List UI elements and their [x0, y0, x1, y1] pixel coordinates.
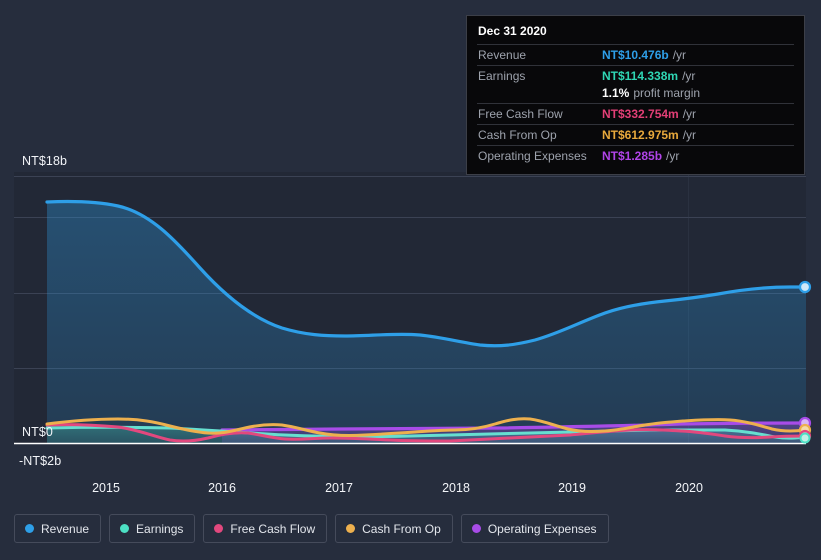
legend-item-cash-from-op[interactable]: Cash From Op — [335, 514, 453, 543]
tooltip-suffix-operating-expenses: /yr — [666, 149, 680, 163]
tooltip-value-operating-expenses: NT$1.285b — [602, 149, 663, 163]
legend-label-operating-expenses: Operating Expenses — [487, 521, 597, 536]
tooltip-row-free-cash-flow: Free Cash Flow NT$332.754m /yr — [477, 103, 794, 124]
tooltip-label-free-cash-flow: Free Cash Flow — [478, 107, 563, 121]
tooltip-value-profit-margin: 1.1% — [602, 86, 630, 100]
endpoint-marker-revenue — [798, 280, 812, 294]
x-axis-tick-2017: 2017 — [325, 481, 353, 495]
tooltip-label-cash-from-op: Cash From Op — [478, 128, 557, 142]
tooltip-row-operating-expenses: Operating Expenses NT$1.285b /yr — [477, 145, 794, 166]
x-axis-tick-2016: 2016 — [208, 481, 236, 495]
legend-label-free-cash-flow: Free Cash Flow — [230, 521, 316, 536]
tooltip-value-cash-from-op: NT$612.975m — [602, 128, 679, 142]
legend-label-earnings: Earnings — [136, 521, 184, 536]
legend-label-revenue: Revenue — [41, 521, 90, 536]
x-axis-tick-2015: 2015 — [92, 481, 120, 495]
legend-dot-earnings-icon — [120, 524, 130, 533]
legend-dot-free-cash-flow-icon — [214, 524, 224, 533]
tooltip-value-earnings: NT$114.338m — [602, 69, 679, 83]
tooltip-suffix-revenue: /yr — [672, 48, 687, 62]
tooltip-row-cash-from-op: Cash From Op NT$612.975m /yr — [477, 124, 794, 145]
tooltip-label-operating-expenses: Operating Expenses — [478, 149, 587, 163]
x-axis-tick-2019: 2019 — [558, 481, 586, 495]
legend-item-operating-expenses[interactable]: Operating Expenses — [460, 514, 609, 543]
legend-label-cash-from-op: Cash From Op — [362, 521, 441, 536]
tooltip-value-revenue: NT$10.476b — [602, 48, 669, 62]
tooltip-row-earnings: Earnings NT$114.338m /yr — [477, 65, 794, 86]
financial-performance-chart: NT$18b NT$0 -NT$2b 2015 2016 2017 2018 2… — [0, 0, 821, 560]
x-axis-tick-2018: 2018 — [442, 481, 470, 495]
tooltip-label-revenue: Revenue — [478, 48, 527, 62]
legend-dot-revenue-icon — [25, 524, 34, 533]
data-tooltip: Dec 31 2020 Revenue NT$10.476b /yr Earni… — [466, 15, 805, 175]
chart-legend: Revenue Earnings Free Cash Flow Cash Fro… — [14, 514, 609, 543]
legend-item-free-cash-flow[interactable]: Free Cash Flow — [203, 514, 328, 543]
tooltip-row-revenue: Revenue NT$10.476b /yr — [477, 44, 794, 65]
tooltip-suffix-free-cash-flow: /yr — [682, 107, 697, 121]
endpoint-marker-earnings — [799, 432, 811, 444]
y-axis-label-zero: NT$0 — [22, 425, 53, 439]
y-axis-label-negative: -NT$2b — [19, 454, 62, 468]
legend-dot-operating-expenses-icon — [471, 524, 481, 533]
tooltip-label-earnings: Earnings — [478, 69, 526, 83]
x-axis-tick-2020: 2020 — [675, 481, 703, 495]
tooltip-value-free-cash-flow: NT$332.754m — [602, 107, 679, 121]
legend-item-earnings[interactable]: Earnings — [109, 514, 196, 543]
tooltip-suffix-profit-margin: profit margin — [633, 86, 701, 100]
tooltip-date: Dec 31 2020 — [478, 24, 547, 38]
legend-dot-cash-from-op-icon — [346, 524, 356, 533]
tooltip-suffix-cash-from-op: /yr — [682, 128, 697, 142]
legend-item-revenue[interactable]: Revenue — [14, 514, 102, 543]
tooltip-row-profit-margin: 1.1% profit margin — [477, 86, 794, 103]
y-axis-label-top: NT$18b — [22, 154, 68, 168]
tooltip-suffix-earnings: /yr — [682, 69, 696, 83]
